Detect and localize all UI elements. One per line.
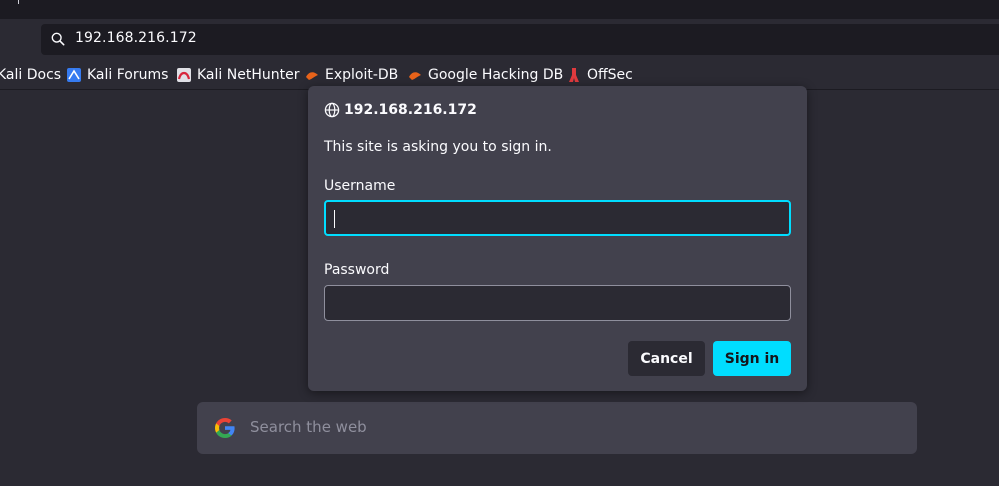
text-cursor xyxy=(334,210,335,228)
bookmark-offsec[interactable]: OffSec xyxy=(566,66,633,84)
kali-forums-icon xyxy=(67,68,81,82)
ghdb-icon xyxy=(409,72,421,80)
dialog-message: This site is asking you to sign in. xyxy=(324,139,552,155)
tab-strip xyxy=(0,0,999,19)
username-label: Username xyxy=(324,178,396,194)
exploit-db-icon xyxy=(306,72,318,80)
google-icon xyxy=(215,418,235,438)
bookmark-kali-docs[interactable]: Kali Docs xyxy=(0,66,61,84)
kali-nethunter-icon xyxy=(177,68,191,82)
bookmark-label: Kali NetHunter xyxy=(197,67,300,83)
bookmark-google-hacking-db[interactable]: Google Hacking DB xyxy=(407,66,563,84)
sign-in-button[interactable]: Sign in xyxy=(713,341,791,376)
web-search-placeholder[interactable]: Search the web xyxy=(250,418,367,436)
bookmark-label: Kali Forums xyxy=(87,67,169,83)
cancel-button[interactable]: Cancel xyxy=(628,341,705,376)
bookmark-label: Kali Docs xyxy=(0,67,62,83)
tab-edge xyxy=(18,0,19,4)
bookmark-exploit-db[interactable]: Exploit-DB xyxy=(304,66,398,84)
web-search-box[interactable]: Search the web xyxy=(197,402,917,454)
offsec-icon xyxy=(569,68,579,82)
bookmark-kali-nethunter[interactable]: Kali NetHunter xyxy=(176,66,299,84)
auth-dialog: 192.168.216.172 This site is asking you … xyxy=(308,86,807,391)
dialog-host: 192.168.216.172 xyxy=(344,102,477,118)
password-field[interactable] xyxy=(324,285,791,321)
bookmark-kali-forums[interactable]: Kali Forums xyxy=(66,66,168,84)
dialog-header: 192.168.216.172 xyxy=(324,102,477,118)
search-icon xyxy=(51,32,65,46)
bookmark-label: Google Hacking DB xyxy=(428,67,564,83)
navigation-toolbar: 192.168.216.172 xyxy=(0,19,999,61)
bookmark-label: Exploit-DB xyxy=(325,67,399,83)
globe-icon xyxy=(324,102,340,118)
username-field[interactable] xyxy=(324,200,791,236)
address-bar-url[interactable]: 192.168.216.172 xyxy=(75,30,197,46)
password-label: Password xyxy=(324,262,390,278)
bookmark-label: OffSec xyxy=(587,67,633,83)
address-bar[interactable]: 192.168.216.172 xyxy=(41,24,999,55)
